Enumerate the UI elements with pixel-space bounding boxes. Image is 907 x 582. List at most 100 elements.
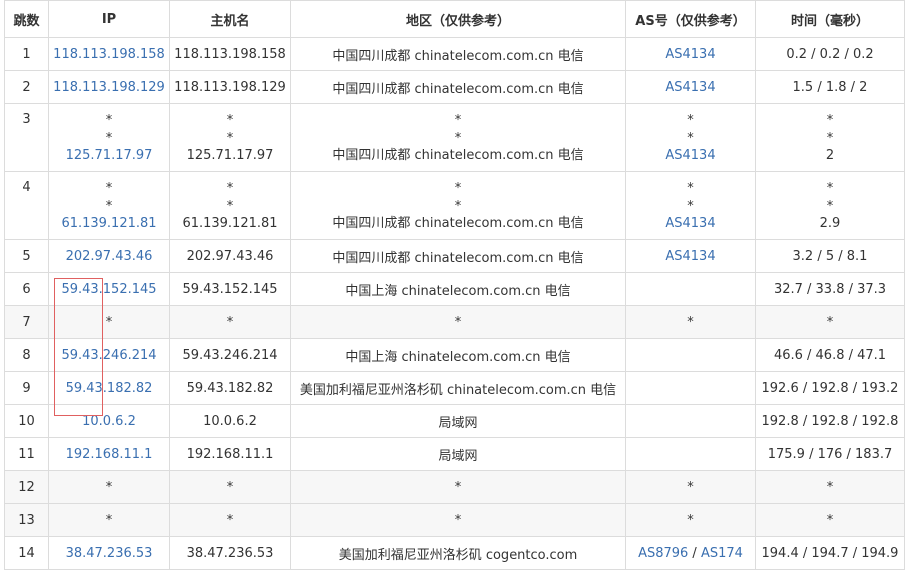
as-link[interactable]: AS4134 bbox=[665, 148, 715, 163]
hop-cell: 3 bbox=[4, 103, 49, 172]
region-cell: * bbox=[290, 305, 626, 339]
host-cell: 38.47.236.53 bbox=[169, 536, 291, 570]
host-line: * bbox=[226, 198, 234, 214]
host-cell: 59.43.246.214 bbox=[169, 338, 291, 372]
as-cell: * bbox=[625, 305, 756, 339]
as-cell: * bbox=[625, 470, 756, 504]
host-cell: 10.0.6.2 bbox=[169, 404, 291, 438]
ip-cell: * bbox=[48, 305, 170, 339]
hop-cell: 2 bbox=[4, 70, 49, 104]
as-cell: AS8796 / AS174 bbox=[625, 536, 756, 570]
ip-cell: 38.47.236.53 bbox=[48, 536, 170, 570]
time-line: 2.9 bbox=[819, 216, 841, 231]
region-cell: * bbox=[290, 470, 626, 504]
as-link[interactable]: AS4134 bbox=[665, 47, 715, 62]
header-ip: IP bbox=[48, 0, 170, 38]
ip-timeout: * bbox=[105, 130, 113, 146]
hop-cell: 5 bbox=[4, 239, 49, 273]
time-cell: * * 2 bbox=[755, 103, 905, 172]
ip-cell: * * 125.71.17.97 bbox=[48, 103, 170, 172]
time-cell: 192.6 / 192.8 / 193.2 bbox=[755, 371, 905, 405]
hop-cell: 9 bbox=[4, 371, 49, 405]
as-cell: * * AS4134 bbox=[625, 103, 756, 172]
table-row: 5 202.97.43.46 202.97.43.46 中国四川成都 china… bbox=[4, 239, 905, 273]
hop-cell: 1 bbox=[4, 37, 49, 71]
as-cell: AS4134 bbox=[625, 70, 756, 104]
time-cell: * * 2.9 bbox=[755, 171, 905, 240]
region-cell: 中国四川成都 chinatelecom.com.cn 电信 bbox=[290, 37, 626, 71]
ip-link[interactable]: 61.139.121.81 bbox=[61, 216, 156, 231]
ip-cell: 10.0.6.2 bbox=[48, 404, 170, 438]
ip-cell: 59.43.152.145 bbox=[48, 272, 170, 306]
as-line: * bbox=[687, 130, 694, 146]
host-cell: 202.97.43.46 bbox=[169, 239, 291, 273]
header-host: 主机名 bbox=[169, 0, 291, 38]
as-cell: * bbox=[625, 503, 756, 537]
host-line: * bbox=[226, 113, 234, 128]
as-line: * bbox=[687, 198, 694, 214]
time-cell: 3.2 / 5 / 8.1 bbox=[755, 239, 905, 273]
traceroute-panel: 跳数 IP 主机名 地区（仅供参考） AS号（仅供参考） 时间（毫秒） 1 11… bbox=[0, 0, 907, 570]
time-cell: * bbox=[755, 470, 905, 504]
ip-timeout: * bbox=[105, 113, 113, 128]
as-link[interactable]: AS4134 bbox=[665, 80, 715, 95]
as-link[interactable]: AS4134 bbox=[665, 216, 715, 231]
host-cell: 59.43.182.82 bbox=[169, 371, 291, 405]
time-cell: 0.2 / 0.2 / 0.2 bbox=[755, 37, 905, 71]
ip-link[interactable]: 118.113.198.129 bbox=[53, 80, 165, 95]
host-cell: * * 61.139.121.81 bbox=[169, 171, 291, 240]
table-row: 13 * * * * * bbox=[4, 503, 905, 537]
time-cell: * bbox=[755, 305, 905, 339]
region-cell: 局域网 bbox=[290, 437, 626, 471]
ip-link[interactable]: 125.71.17.97 bbox=[66, 148, 153, 163]
host-cell: 118.113.198.158 bbox=[169, 37, 291, 71]
as-cell: AS4134 bbox=[625, 239, 756, 273]
as-link[interactable]: AS174 bbox=[701, 546, 743, 561]
ip-cell: 202.97.43.46 bbox=[48, 239, 170, 273]
as-cell bbox=[625, 272, 756, 306]
ip-link[interactable]: 59.43.182.82 bbox=[66, 381, 153, 396]
hop-cell: 14 bbox=[4, 536, 49, 570]
hop-cell: 4 bbox=[4, 171, 49, 240]
ip-cell: * bbox=[48, 503, 170, 537]
region-cell: 美国加利福尼亚州洛杉矶 chinatelecom.com.cn 电信 bbox=[290, 371, 626, 405]
as-link[interactable]: AS8796 bbox=[638, 546, 688, 561]
hop-cell: 10 bbox=[4, 404, 49, 438]
host-cell: * * 125.71.17.97 bbox=[169, 103, 291, 172]
table-row: 3 * * 125.71.17.97 * * 125.71.17.97 * * … bbox=[4, 103, 905, 172]
hop-cell: 12 bbox=[4, 470, 49, 504]
time-line: * bbox=[826, 181, 834, 196]
table-row: 6 59.43.152.145 59.43.152.145 中国上海 china… bbox=[4, 272, 905, 306]
hop-cell: 7 bbox=[4, 305, 49, 339]
ip-cell: * * 61.139.121.81 bbox=[48, 171, 170, 240]
time-line: 2 bbox=[825, 148, 835, 163]
ip-cell: * bbox=[48, 470, 170, 504]
hop-cell: 11 bbox=[4, 437, 49, 471]
table-row: 11 192.168.11.1 192.168.11.1 局域网 175.9 /… bbox=[4, 437, 905, 471]
ip-timeout: * bbox=[105, 198, 113, 214]
host-cell: * bbox=[169, 470, 291, 504]
table-row: 4 * * 61.139.121.81 * * 61.139.121.81 * … bbox=[4, 171, 905, 240]
ip-cell: 59.43.246.214 bbox=[48, 338, 170, 372]
region-cell: 美国加利福尼亚州洛杉矶 cogentco.com bbox=[290, 536, 626, 570]
ip-cell: 192.168.11.1 bbox=[48, 437, 170, 471]
time-cell: 46.6 / 46.8 / 47.1 bbox=[755, 338, 905, 372]
ip-link[interactable]: 38.47.236.53 bbox=[66, 546, 153, 561]
ip-link[interactable]: 10.0.6.2 bbox=[82, 414, 136, 429]
as-link[interactable]: AS4134 bbox=[665, 249, 715, 264]
ip-link[interactable]: 192.168.11.1 bbox=[66, 447, 153, 462]
time-cell: 175.9 / 176 / 183.7 bbox=[755, 437, 905, 471]
region-cell: 中国四川成都 chinatelecom.com.cn 电信 bbox=[290, 70, 626, 104]
hop-cell: 6 bbox=[4, 272, 49, 306]
as-line: * bbox=[687, 181, 694, 196]
ip-link[interactable]: 59.43.246.214 bbox=[61, 348, 156, 363]
ip-link[interactable]: 59.43.152.145 bbox=[61, 282, 156, 297]
region-line: * bbox=[454, 113, 462, 128]
as-cell: * * AS4134 bbox=[625, 171, 756, 240]
host-cell: * bbox=[169, 503, 291, 537]
host-line: * bbox=[226, 130, 234, 146]
ip-link[interactable]: 202.97.43.46 bbox=[66, 249, 153, 264]
header-hop: 跳数 bbox=[4, 0, 49, 38]
region-line: * bbox=[454, 130, 462, 146]
ip-link[interactable]: 118.113.198.158 bbox=[53, 47, 165, 62]
